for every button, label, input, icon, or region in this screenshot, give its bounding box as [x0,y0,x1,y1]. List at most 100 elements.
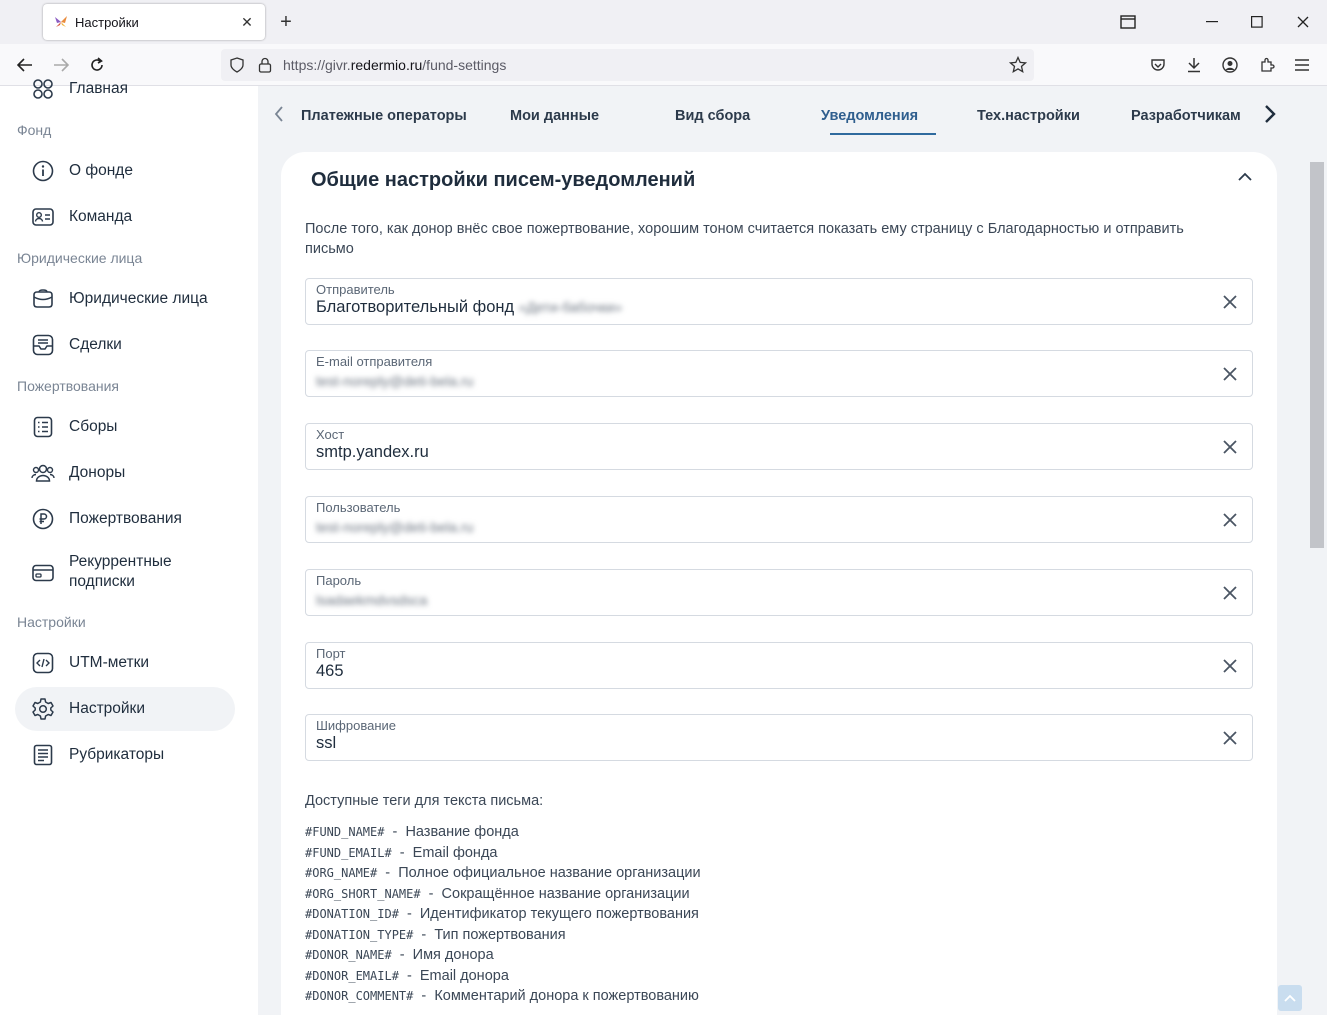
sidebar-item-label-line2: подписки [69,573,135,590]
sidebar-item-donations[interactable]: Пожертвования [15,497,235,541]
extensions-icon[interactable] [1254,53,1280,77]
clear-icon[interactable] [1222,658,1238,674]
briefcase-icon [31,287,55,311]
field-value[interactable]: smtp.yandex.ru [316,443,429,462]
sidebar-item-deals[interactable]: Сделки [15,323,235,367]
sidebar-item-campaigns[interactable]: Сборы [15,405,235,449]
tag-desc: Название фонда [405,824,519,840]
sidebar-item-label: О фонде [69,162,133,179]
tab-tech-settings[interactable]: Тех.настройки [977,108,1080,124]
downloads-icon[interactable] [1181,53,1207,77]
field-value[interactable]: Благотворительный фонд «Дети-бабочки» [316,298,622,317]
port-field[interactable]: Порт 465 [305,642,1253,689]
tab-developers[interactable]: Разработчикам [1131,108,1241,124]
info-icon [31,159,55,183]
tag-code: #DONOR_NAME# [305,948,392,962]
field-value[interactable]: lsadaekmdvsdsca [316,592,427,608]
tag-row: #DONATION_ID# - Идентификатор текущего п… [305,906,699,922]
sidebar-item-settings[interactable]: Настройки [15,687,235,731]
account-icon[interactable] [1217,53,1243,77]
tag-row: #DONATION_TYPE# - Тип пожертвования [305,926,566,943]
close-tab-icon[interactable]: ✕ [237,14,257,31]
sidebar-section-settings: Настройки [17,614,86,630]
card-title: Общие настройки писем-уведомлений [311,169,696,191]
clear-icon[interactable] [1222,294,1238,310]
sidebar-item-label: Настройки [69,700,146,717]
tab-payment-operators[interactable]: Платежные операторы [301,108,467,124]
field-value[interactable]: ssl [316,734,336,753]
sender-field[interactable]: Отправитель Благотворительный фонд «Дети… [305,278,1253,325]
sidebar-section-legal: Юридические лица [17,250,143,266]
new-tab-button[interactable]: + [276,11,296,33]
sidebar-section-fund: Фонд [17,122,52,138]
maximize-icon[interactable] [1245,12,1269,32]
host-field[interactable]: Хост smtp.yandex.ru [305,423,1253,470]
main-content: Платежные операторы Мои данные Вид сбора… [258,86,1307,1015]
tag-code: #DONATION_TYPE# [305,927,414,942]
scroll-to-top-button[interactable] [1278,985,1302,1011]
browser-tab[interactable]: Настройки ✕ [43,4,265,40]
field-label: Шифрование [316,718,396,733]
sidebar-item-label: Команда [69,208,133,225]
clear-icon[interactable] [1222,366,1238,382]
sidebar-item-catalogs[interactable]: Рубрикаторы [15,733,235,777]
scrollbar-thumb[interactable] [1310,162,1324,548]
shield-icon[interactable] [229,57,245,73]
sidebar-item-legal-entities[interactable]: Юридические лица [15,277,235,321]
bookmark-star-icon[interactable] [1009,56,1027,74]
field-value[interactable]: 465 [316,662,344,681]
clear-icon[interactable] [1222,730,1238,746]
tag-code: #ORG_SHORT_NAME# [305,886,421,901]
field-value[interactable]: test-noreply@deti-bela.ru [316,373,473,389]
pocket-icon[interactable] [1145,53,1171,77]
field-label: Пользователь [316,500,401,515]
lock-icon[interactable] [258,57,272,73]
sidebar-item-team[interactable]: Команда [15,195,235,239]
clear-icon[interactable] [1222,512,1238,528]
user-field[interactable]: Пользователь test-noreply@deti-bela.ru [305,496,1253,543]
tag-desc: Email донора [419,967,509,984]
sidebar-item-recurring[interactable]: Рекуррентные подписки [15,551,235,595]
sidebar-item-donors[interactable]: Доноры [15,451,235,495]
menu-icon[interactable] [1289,53,1315,77]
sidebar-item-home[interactable]: Главная [15,67,235,111]
chevron-up-icon [1284,994,1296,1002]
sidebar-item-about-fund[interactable]: О фонде [15,149,235,193]
tab-my-data[interactable]: Мои данные [510,108,599,124]
tab-campaign-view[interactable]: Вид сбора [675,108,750,124]
ruble-icon [31,507,55,531]
tags-list: #FUND_NAME# - Название фонда #FUND_EMAIL… [305,824,701,1009]
blurred-value: «Дети-бабочки» [518,299,623,315]
code-icon [31,651,55,675]
sidebar-item-utm[interactable]: UTM-метки [15,641,235,685]
minimize-icon[interactable] [1200,12,1224,32]
sender-email-field[interactable]: E-mail отправителя test-noreply@deti-bel… [305,350,1253,397]
clear-icon[interactable] [1222,585,1238,601]
tab-overview-icon[interactable] [1116,12,1140,32]
clear-icon[interactable] [1222,439,1238,455]
sidebar-item-label: Юридические лица [69,290,208,307]
tag-desc: Полное официальное название организации [398,865,701,881]
tag-code: #FUND_NAME# [305,825,385,839]
sidebar-item-label: Сборы [69,418,118,435]
sidebar: Главная Фонд О фонде Команда Юридические… [0,79,258,1015]
field-value[interactable]: test-noreply@deti-bela.ru [316,519,473,535]
collapse-chevron-up-icon[interactable] [1238,172,1252,181]
field-label: Порт [316,646,346,661]
sidebar-item-label: UTM-метки [69,654,150,671]
list-icon [31,415,55,439]
tag-row: #FUND_EMAIL# - Email фонда [305,844,498,861]
window-close-icon[interactable] [1291,12,1315,32]
address-bar[interactable]: https://givr.redermio.ru/fund-settings [221,49,1034,81]
page-scrollbar[interactable] [1307,86,1327,1015]
tabs-scroll-right-icon[interactable] [1264,104,1276,124]
encryption-field[interactable]: Шифрование ssl [305,714,1253,761]
tag-row: #DONOR_EMAIL# - Email донора [305,967,509,984]
tabs-scroll-left-icon[interactable] [274,106,284,122]
sidebar-item-label: Доноры [69,464,126,481]
password-field[interactable]: Пароль lsadaekmdvsdsca [305,569,1253,616]
tab-notifications[interactable]: Уведомления [821,108,918,124]
tag-code: #DONOR_EMAIL# [305,968,399,983]
tag-code: #DONOR_COMMENT# [305,989,414,1003]
browser-tabbar: Настройки ✕ + [0,0,1327,44]
